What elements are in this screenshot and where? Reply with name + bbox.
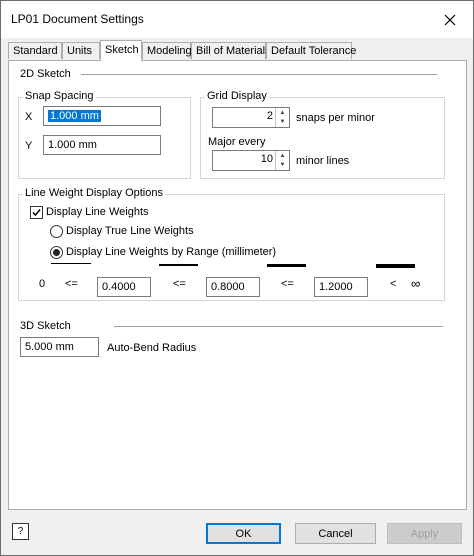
sketch-panel: 2D Sketch Snap Spacing X 1.000 mm Y 1.00… [8, 60, 467, 510]
tab-default-tolerance[interactable]: Default Tolerance [266, 42, 356, 59]
range-le-1: <= [65, 278, 78, 290]
minor-lines-label: minor lines [296, 155, 350, 167]
line-weight-title: Line Weight Display Options [23, 187, 165, 199]
auto-bend-radius-label: Auto-Bend Radius [107, 342, 197, 354]
minor-value: 10 [260, 153, 273, 165]
tab-sketch[interactable]: Sketch [100, 40, 142, 61]
sketch2d-heading: 2D Sketch [20, 68, 71, 80]
range-zero-label: 0 [39, 278, 46, 290]
snap-x-value: 1.000 mm [48, 110, 101, 122]
weight-line-thin [51, 263, 91, 264]
spin-up-icon[interactable]: ▲ [276, 151, 289, 160]
window-title: LP01 Document Settings [11, 12, 144, 26]
ok-button[interactable]: OK [206, 523, 281, 544]
range-infinity-label: ∞ [411, 276, 421, 291]
help-button[interactable]: ? [12, 523, 29, 540]
tab-bill-of-materials[interactable]: Bill of Materials [191, 42, 271, 59]
range-value-2-input[interactable]: 0.8000 [206, 277, 260, 297]
tab-units[interactable]: Units [62, 42, 100, 59]
snaps-per-minor-spinner[interactable]: 2 ▲ ▼ [212, 107, 290, 128]
apply-button[interactable]: Apply [387, 523, 462, 544]
snaps-value: 2 [266, 110, 273, 122]
spin-up-icon[interactable]: ▲ [276, 108, 289, 117]
range-lt-label: < [390, 278, 397, 290]
snap-spacing-title: Snap Spacing [23, 90, 96, 102]
true-line-weights-radio[interactable] [50, 225, 63, 238]
snaps-per-minor-label: snaps per minor [296, 112, 375, 124]
snap-x-label: X [25, 111, 33, 123]
range-line-weights-label[interactable]: Display Line Weights by Range (millimete… [66, 246, 276, 258]
help-icon: ? [17, 526, 24, 537]
sketch3d-heading: 3D Sketch [20, 320, 71, 332]
display-line-weights-label[interactable]: Display Line Weights [46, 206, 149, 218]
weight-line-thick [267, 264, 306, 267]
snap-x-input[interactable]: 1.000 mm [43, 106, 161, 126]
range-value-3-input[interactable]: 1.2000 [314, 277, 368, 297]
snap-y-label: Y [25, 140, 33, 152]
true-line-weights-label[interactable]: Display True Line Weights [66, 225, 194, 237]
title-bar: LP01 Document Settings [1, 1, 473, 38]
minor-spin-buttons: ▲ ▼ [275, 151, 289, 170]
checkmark-icon [32, 209, 41, 217]
spin-down-icon[interactable]: ▼ [276, 117, 289, 126]
minor-lines-spinner[interactable]: 10 ▲ ▼ [212, 150, 290, 171]
range-value-1-input[interactable]: 0.4000 [97, 277, 151, 297]
weight-line-medium [159, 264, 198, 266]
weight-line-thickest [376, 264, 415, 268]
grid-display-title: Grid Display [205, 90, 269, 102]
display-line-weights-checkbox[interactable] [30, 206, 43, 219]
range-line-weights-radio[interactable] [50, 246, 63, 259]
cancel-button[interactable]: Cancel [295, 523, 376, 544]
range-le-3: <= [281, 278, 294, 290]
snap-y-input[interactable]: 1.000 mm [43, 135, 161, 155]
major-every-label: Major every [208, 136, 266, 148]
range-le-2: <= [173, 278, 186, 290]
tab-modeling[interactable]: Modeling [142, 42, 192, 59]
sketch2d-divider [81, 74, 437, 75]
spin-down-icon[interactable]: ▼ [276, 160, 289, 169]
close-icon [444, 14, 456, 25]
sketch3d-divider [114, 326, 443, 327]
tab-standard[interactable]: Standard [8, 42, 62, 59]
snaps-spin-buttons: ▲ ▼ [275, 108, 289, 127]
close-button[interactable] [427, 1, 473, 38]
dialog-window: LP01 Document Settings Standard Units Sk… [0, 0, 474, 556]
auto-bend-radius-input[interactable]: 5.000 mm [20, 337, 99, 357]
